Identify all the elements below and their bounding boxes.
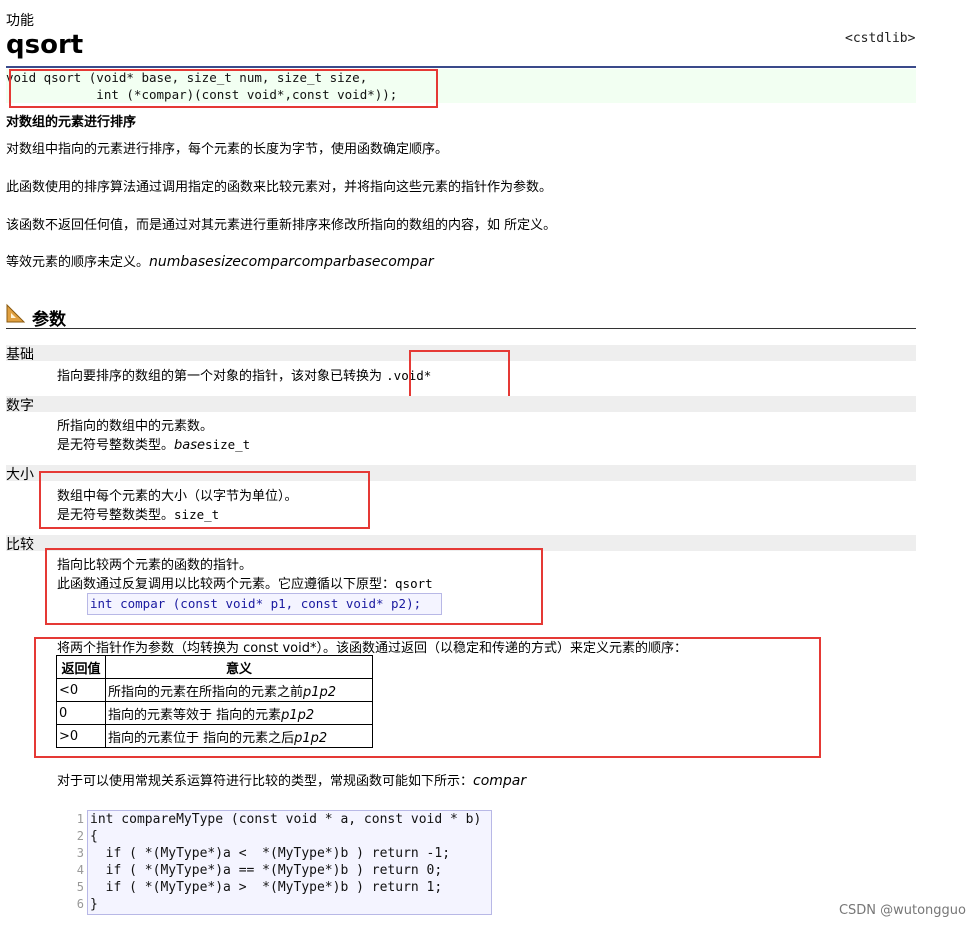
description-paragraph-2: 此函数使用的排序算法通过调用指定的函数来比较元素对，并将指向这些元素的指针作为参… <box>6 180 553 195</box>
description-paragraph-3: 该函数不返回任何值，而是通过对其元素进行重新排序来修改所指向的数组的内容，如 所… <box>6 218 557 233</box>
page-title: qsort <box>6 30 84 60</box>
section-label: 功能 <box>6 13 34 29</box>
param-compar-line4-text: 对于可以使用常规关系运算符进行比较的类型，常规函数可能如下所示： <box>57 774 474 789</box>
description-paragraph-4: 等效元素的顺序未定义。numbasesizecomparcomparbaseco… <box>6 251 434 270</box>
line-number: 5 <box>76 880 84 894</box>
param-term-size: 大小 <box>6 467 34 483</box>
paragraph-4-italic: numbasesizecomparcomparbasecompar <box>149 254 434 270</box>
params-heading: 参数 <box>32 310 66 330</box>
code-line: int compareMyType (const void * a, const… <box>90 812 482 827</box>
code-line: if ( *(MyType*)a < *(MyType*)b ) return … <box>90 846 451 861</box>
param-base-text: 指向要排序的数组的第一个对象的指针，该对象已转换为 <box>57 369 387 384</box>
description-paragraph-1: 对数组中指向的元素进行排序，每个元素的长度为字节，使用函数确定顺序。 <box>6 142 449 157</box>
code-line: if ( *(MyType*)a > *(MyType*)b ) return … <box>90 880 443 895</box>
param-compar-line4-italic: compar <box>473 773 527 789</box>
term-bar-num <box>6 396 916 412</box>
line-number: 2 <box>76 829 84 843</box>
param-num-line1: 所指向的数组中的元素数。 <box>57 419 214 434</box>
code-line: } <box>90 897 98 912</box>
header-library[interactable]: <cstdlib> <box>845 31 915 46</box>
param-num-line2: 是无符号整数类型。basesize_t <box>57 434 250 453</box>
watermark: CSDN @wutongguo <box>838 903 966 918</box>
line-number: 4 <box>76 863 84 877</box>
param-term-num: 数字 <box>6 398 34 414</box>
line-number: 1 <box>76 812 84 826</box>
ruler-icon <box>6 303 26 323</box>
highlight-box-compar <box>45 548 543 625</box>
params-rule <box>6 328 916 329</box>
param-compar-line4: 对于可以使用常规关系运算符进行比较的类型，常规函数可能如下所示：compar <box>57 770 526 789</box>
param-base-desc: 指向要排序的数组的第一个对象的指针，该对象已转换为 .void* <box>57 365 431 384</box>
line-number: 3 <box>76 846 84 860</box>
param-num-text: 是无符号整数类型。 <box>57 438 175 453</box>
highlight-box-prototype <box>9 69 438 108</box>
highlight-box-size <box>39 471 370 529</box>
param-term-base: 基础 <box>6 347 34 363</box>
param-num-italic: base <box>174 438 206 453</box>
title-rule <box>6 66 916 68</box>
description-title: 对数组的元素进行排序 <box>6 115 137 130</box>
code-line: if ( *(MyType*)a == *(MyType*)b ) return… <box>90 863 443 878</box>
line-number: 6 <box>76 897 84 911</box>
param-term-compar: 比较 <box>6 537 34 553</box>
param-num-code: size_t <box>205 437 251 452</box>
code-line: { <box>90 829 98 844</box>
highlight-box-table <box>34 637 821 758</box>
paragraph-4-text: 等效元素的顺序未定义。 <box>6 255 150 270</box>
